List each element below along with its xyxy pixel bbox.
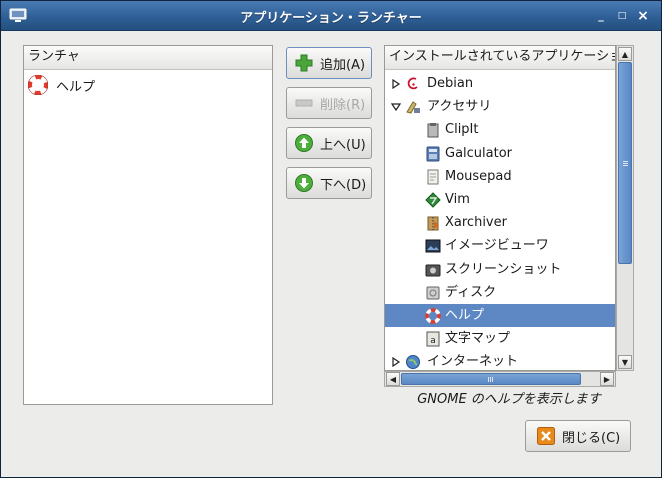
archive-icon xyxy=(427,216,439,231)
minimize-button[interactable]: _ xyxy=(593,8,609,24)
launcher-window: アプリケーション・ランチャー _ □ × ランチャ ヘルプ 追加(A) 削除(R… xyxy=(0,0,662,478)
tree-row-label: Vim xyxy=(445,192,470,207)
applications-tree[interactable]: インストールされているアプリケーション Debian アクセサリ ClipIt Gal… xyxy=(384,45,616,371)
arrow-down-icon xyxy=(295,174,313,192)
add-button[interactable]: 追加(A) xyxy=(286,47,372,79)
tree-row[interactable]: スクリーンショット xyxy=(385,258,615,281)
close-x-icon xyxy=(537,427,555,445)
maximize-button[interactable]: □ xyxy=(614,8,630,24)
horizontal-scroll-thumb[interactable] xyxy=(401,373,581,385)
move-down-label: 下へ(D) xyxy=(320,177,367,193)
lifebuoy-icon xyxy=(425,308,441,324)
app-description: GNOME のヘルプを表示します xyxy=(417,392,601,407)
accessories-icon xyxy=(406,101,420,114)
svg-text:a: a xyxy=(430,336,436,346)
tree-row-label: Xarchiver xyxy=(445,215,507,231)
tree-row[interactable]: ディスク xyxy=(385,281,615,304)
launcher-list[interactable]: ランチャ ヘルプ xyxy=(23,45,273,405)
tree-row[interactable]: Mousepad xyxy=(385,165,615,188)
arrow-up-icon xyxy=(295,134,313,152)
character-map-icon: a xyxy=(426,331,440,347)
vertical-scrollbar[interactable]: ▲ ▼ xyxy=(616,45,634,371)
move-up-button[interactable]: 上へ(U) xyxy=(286,127,372,159)
expander-closed-icon[interactable] xyxy=(391,357,401,368)
scroll-up-arrow[interactable]: ▲ xyxy=(618,47,632,61)
tree-row[interactable]: Vim xyxy=(385,188,615,211)
tree-row[interactable]: インターネット xyxy=(385,350,615,370)
tree-row-label: ディスク xyxy=(445,284,497,300)
move-down-button[interactable]: 下へ(D) xyxy=(286,167,372,199)
tree-row[interactable]: a 文字マップ xyxy=(385,327,615,350)
scroll-left-arrow[interactable]: ◀ xyxy=(386,372,400,386)
add-button-label: 追加(A) xyxy=(320,57,366,73)
horizontal-scrollbar[interactable]: ◀ ▶ xyxy=(384,371,616,387)
move-up-label: 上へ(U) xyxy=(320,137,366,153)
expander-closed-icon[interactable] xyxy=(391,79,401,89)
tree-row-label: 文字マップ xyxy=(445,331,511,347)
tree-row[interactable]: ヘルプ xyxy=(385,304,615,327)
calculator-icon xyxy=(426,146,440,162)
tree-row-label: スクリーンショット xyxy=(445,261,562,277)
tree-row-label: アクセサリ xyxy=(427,99,492,115)
launcher-list-item[interactable]: ヘルプ xyxy=(26,73,266,97)
tree-row-label: インターネット xyxy=(427,354,519,370)
tree-body: Debian アクセサリ ClipIt Galculator Mousepad Vim Xa… xyxy=(385,70,615,370)
applications-tree-header[interactable]: インストールされているアプリケーション xyxy=(385,46,615,70)
tree-row-label: ClipIt xyxy=(445,122,479,138)
tree-row[interactable]: アクセサリ xyxy=(385,95,615,118)
tree-row-label: イメージビューワ xyxy=(445,238,549,254)
clipboard-icon xyxy=(427,123,439,138)
screenshot-icon xyxy=(425,264,441,277)
text-editor-icon xyxy=(427,169,439,185)
lifebuoy-icon xyxy=(28,75,48,95)
globe-icon xyxy=(406,355,420,370)
disk-icon xyxy=(426,286,440,300)
tree-row-label: ヘルプ xyxy=(445,308,485,323)
launcher-list-header[interactable]: ランチャ xyxy=(24,46,272,70)
close-window-button[interactable]: × xyxy=(635,8,651,24)
tree-row[interactable]: イメージビューワ xyxy=(385,234,615,257)
image-viewer-icon xyxy=(425,239,441,253)
tree-row-label: Mousepad xyxy=(445,168,512,184)
minus-icon xyxy=(295,99,313,107)
tree-row[interactable]: Debian xyxy=(385,72,615,95)
launcher-item-label: ヘルプ xyxy=(56,80,96,95)
expander-open-icon[interactable] xyxy=(391,102,401,112)
plus-icon xyxy=(295,54,313,72)
tree-row[interactable]: ClipIt xyxy=(385,118,615,141)
tree-row[interactable]: Xarchiver xyxy=(385,211,615,234)
tree-row-label: Debian xyxy=(427,76,474,91)
window-title: アプリケーション・ランチャー xyxy=(240,11,422,26)
titlebar[interactable]: アプリケーション・ランチャー _ □ × xyxy=(1,1,661,31)
scroll-right-arrow[interactable]: ▶ xyxy=(600,372,614,386)
tree-row-label: Galculator xyxy=(445,145,513,161)
remove-button[interactable]: 削除(R) xyxy=(286,87,372,119)
remove-button-label: 削除(R) xyxy=(320,97,366,113)
vim-icon xyxy=(425,192,441,208)
close-button-label: 閉じる(C) xyxy=(562,430,621,446)
tree-row[interactable]: Galculator xyxy=(385,142,615,165)
vertical-scroll-thumb[interactable] xyxy=(618,62,632,264)
scroll-down-arrow[interactable]: ▼ xyxy=(618,355,632,369)
close-button[interactable]: 閉じる(C) xyxy=(525,420,631,452)
debian-swirl-icon xyxy=(407,77,418,90)
